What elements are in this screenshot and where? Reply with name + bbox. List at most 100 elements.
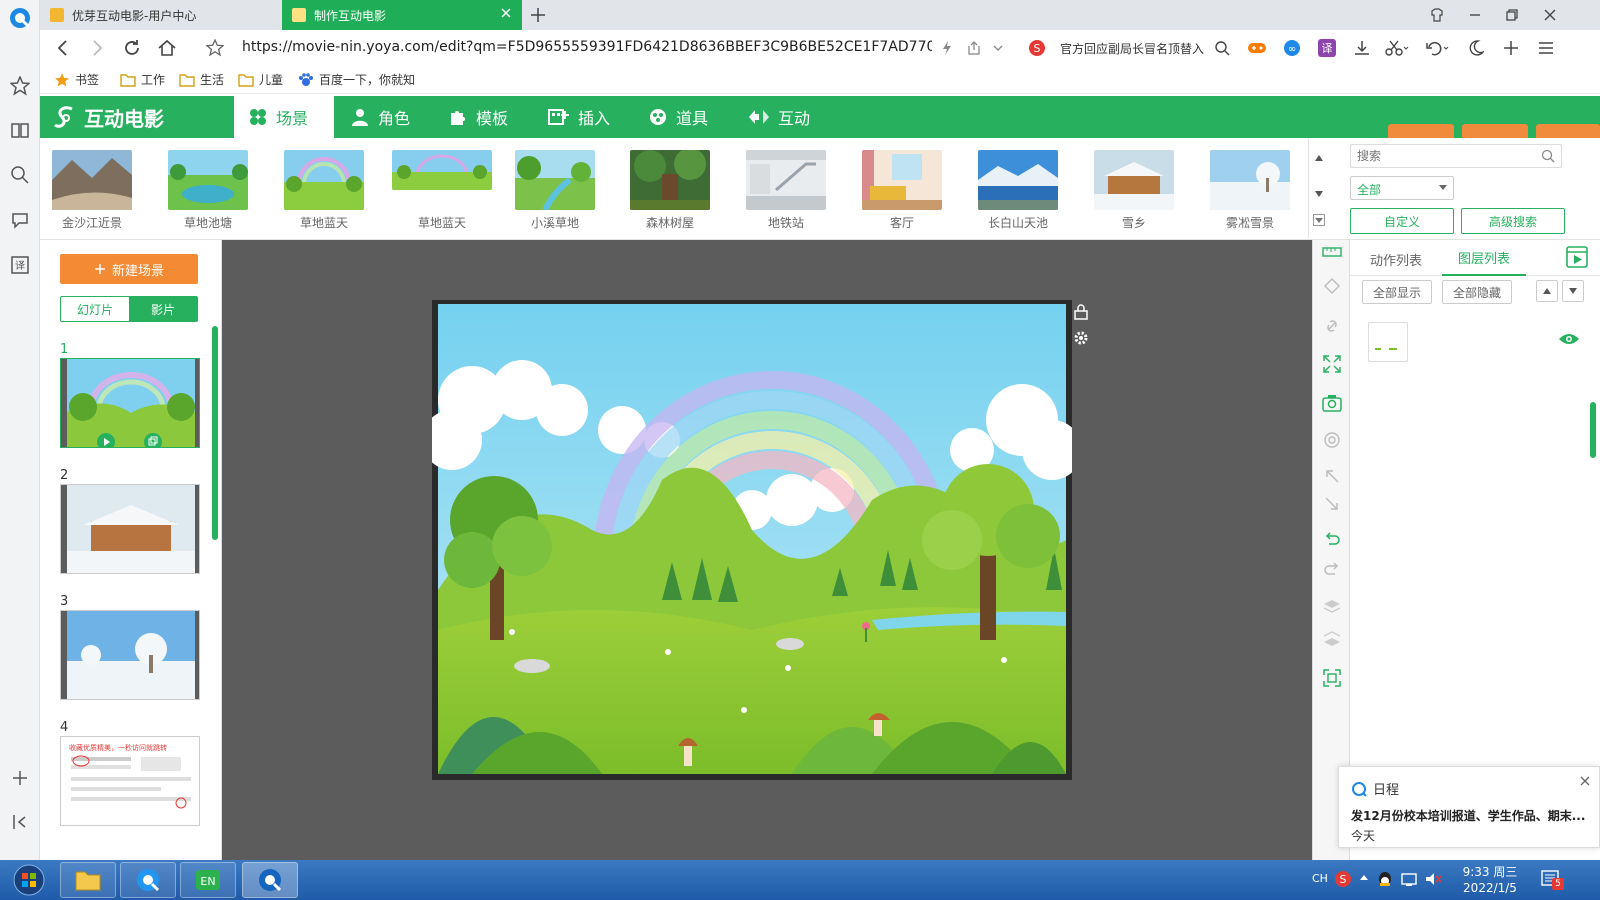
- add-icon[interactable]: [8, 766, 32, 790]
- custom-button[interactable]: 自定义: [1350, 208, 1454, 234]
- mode-slideshow[interactable]: 幻灯片: [61, 297, 129, 321]
- translate-icon[interactable]: 译: [1318, 39, 1336, 57]
- save-button[interactable]: [1388, 124, 1454, 138]
- lightning-icon[interactable]: [940, 40, 954, 56]
- forward-icon[interactable]: [88, 39, 106, 57]
- link-icon[interactable]: [1322, 316, 1342, 336]
- mode-movie[interactable]: 影片: [129, 297, 197, 321]
- new-scene-button[interactable]: 新建场景: [60, 254, 198, 284]
- sogou-search-icon[interactable]: S: [1028, 39, 1046, 57]
- scroll-up-icon[interactable]: [1314, 154, 1324, 162]
- close-icon[interactable]: [1579, 775, 1591, 787]
- slide-thumbnail[interactable]: 收藏优质精美，一秒访问就跳转: [60, 736, 200, 826]
- layer-thumbnail[interactable]: [1368, 322, 1408, 362]
- skin-icon[interactable]: [1430, 8, 1444, 22]
- undo-icon[interactable]: [1322, 530, 1342, 550]
- show-all-button[interactable]: 全部显示: [1362, 280, 1432, 304]
- search-input[interactable]: [1351, 145, 1531, 167]
- slide-thumbnail[interactable]: [60, 358, 200, 448]
- clock[interactable]: 9:33 周三 2022/1/5: [1450, 864, 1530, 896]
- tab-props[interactable]: 道具: [634, 96, 722, 138]
- minimize-icon[interactable]: [1468, 8, 1482, 22]
- strip-scrollbar[interactable]: [1308, 138, 1328, 238]
- schedule-notification[interactable]: 日程 发12月份校本培训报道、学生作品、期末... 今天: [1338, 766, 1600, 848]
- book-icon[interactable]: [8, 118, 32, 142]
- layer-move-up-button[interactable]: [1536, 280, 1558, 302]
- taskbar-qq-browser[interactable]: [120, 862, 176, 898]
- slides-scrollbar[interactable]: [212, 326, 218, 540]
- tab-template[interactable]: 模板: [434, 96, 522, 138]
- layer-up-icon[interactable]: [1322, 596, 1342, 616]
- tab-user-center[interactable]: 优芽互动电影-用户中心: [40, 0, 282, 30]
- tab-character[interactable]: 角色: [336, 96, 424, 138]
- chat-icon[interactable]: [8, 208, 32, 232]
- game-icon[interactable]: [1247, 39, 1267, 57]
- taskbar-explorer[interactable]: [60, 862, 116, 898]
- scissors-icon[interactable]: [1385, 39, 1409, 57]
- volume-muted-icon[interactable]: [1424, 870, 1442, 888]
- network-icon[interactable]: [1400, 870, 1418, 888]
- ruler-icon[interactable]: [1322, 242, 1342, 262]
- add-icon[interactable]: [1502, 39, 1520, 57]
- layer-move-down-button[interactable]: [1562, 280, 1584, 302]
- scroll-end-icon[interactable]: [1313, 214, 1325, 226]
- publish-button[interactable]: [1536, 124, 1600, 138]
- reload-icon[interactable]: [122, 38, 142, 58]
- slide-item[interactable]: 2: [60, 468, 200, 574]
- scene-thumbnail[interactable]: 森林树屋: [630, 150, 710, 231]
- ime-indicator[interactable]: CH: [1312, 872, 1328, 885]
- fullscreen-icon[interactable]: [1322, 354, 1342, 374]
- notification-center-icon[interactable]: 5: [1540, 868, 1564, 890]
- qq-tray-icon[interactable]: [1376, 870, 1394, 888]
- scene-thumbnail[interactable]: 长白山天池: [978, 150, 1058, 231]
- scene-thumbnail[interactable]: 地铁站: [746, 150, 826, 231]
- layers-scrollbar[interactable]: [1590, 402, 1596, 458]
- search-icon[interactable]: [8, 163, 32, 187]
- translate-icon[interactable]: 译: [8, 253, 32, 277]
- lock-icon[interactable]: [1074, 304, 1088, 320]
- scene-thumbnail[interactable]: 雪乡: [1094, 150, 1174, 231]
- layer-down-icon[interactable]: [1322, 628, 1342, 648]
- camera-icon[interactable]: [1322, 393, 1342, 413]
- scroll-down-icon[interactable]: [1314, 190, 1324, 198]
- home-icon[interactable]: [157, 38, 177, 58]
- url-field[interactable]: https://movie-nin.yoya.com/edit?qm=F5D96…: [242, 39, 932, 55]
- share-icon[interactable]: [966, 40, 982, 56]
- eye-icon[interactable]: [1558, 332, 1580, 346]
- collapse-rail-icon[interactable]: [8, 810, 32, 834]
- slide-item[interactable]: 3: [60, 594, 200, 700]
- restore-icon[interactable]: [1505, 8, 1519, 22]
- slide-thumbnail[interactable]: [60, 484, 200, 574]
- start-button[interactable]: [6, 862, 52, 898]
- play-panel-icon[interactable]: [1566, 246, 1588, 268]
- tab-layer-list[interactable]: 图层列表: [1442, 240, 1526, 276]
- play-icon[interactable]: [97, 433, 115, 447]
- bookmark-item[interactable]: 百度一下，你就知: [298, 71, 415, 88]
- menu-icon[interactable]: [1537, 39, 1555, 57]
- taskbar-active-browser[interactable]: [242, 862, 298, 898]
- scene-thumbnail[interactable]: 雾凇雪景: [1210, 150, 1290, 231]
- tab-insert[interactable]: 插入: [534, 96, 624, 138]
- url-dropdown-icon[interactable]: [992, 42, 1004, 54]
- tab-action-list[interactable]: 动作列表: [1370, 250, 1422, 269]
- undo-icon[interactable]: [1425, 39, 1449, 57]
- download-icon[interactable]: [1353, 39, 1371, 57]
- sogou-ime-icon[interactable]: S: [1334, 870, 1352, 888]
- scene-search[interactable]: [1350, 144, 1562, 168]
- scene-thumbnail[interactable]: 客厅: [862, 150, 942, 231]
- tab-make-movie[interactable]: 制作互动电影: [282, 0, 522, 30]
- redo-icon[interactable]: [1322, 560, 1342, 580]
- move-up-left-icon[interactable]: [1322, 466, 1342, 486]
- news-ticker[interactable]: 官方回应副局长冒名顶替入: [1060, 40, 1210, 57]
- tab-close-icon[interactable]: [500, 7, 512, 19]
- search-icon[interactable]: [1541, 149, 1555, 163]
- tray-expand-icon[interactable]: [1358, 872, 1370, 884]
- slide-item[interactable]: 1: [60, 342, 200, 448]
- bookmark-folder[interactable]: 工作: [120, 71, 165, 88]
- target-icon[interactable]: [1322, 430, 1342, 450]
- taskbar-app[interactable]: EN: [180, 862, 236, 898]
- scene-thumbnail[interactable]: 草地蓝天: [392, 150, 492, 231]
- bookmark-item[interactable]: 书签: [54, 71, 99, 88]
- scene-thumbnail[interactable]: 草地蓝天: [284, 150, 364, 231]
- scene-thumbnail[interactable]: 小溪草地: [515, 150, 595, 231]
